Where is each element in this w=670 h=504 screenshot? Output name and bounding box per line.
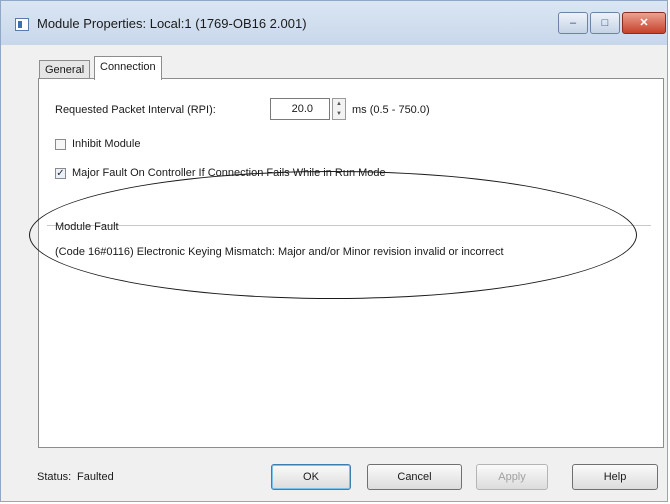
help-button[interactable]: Help xyxy=(572,464,658,490)
ok-button[interactable]: OK xyxy=(271,464,351,490)
rpi-spinner[interactable]: ▲ ▼ xyxy=(332,98,346,120)
status-label: Status: xyxy=(37,471,72,483)
apply-button[interactable]: Apply xyxy=(476,464,548,490)
module-properties-icon xyxy=(15,18,29,31)
module-properties-dialog: Module Properties: Local:1 (1769-OB16 2.… xyxy=(0,0,668,502)
major-fault-row[interactable]: ✓ Major Fault On Controller If Connectio… xyxy=(55,167,386,179)
major-fault-label: Major Fault On Controller If Connection … xyxy=(72,167,386,179)
title-bar[interactable]: Module Properties: Local:1 (1769-OB16 2.… xyxy=(1,1,667,45)
inhibit-module-row[interactable]: Inhibit Module xyxy=(55,138,141,150)
cancel-button[interactable]: Cancel xyxy=(367,464,462,490)
module-fault-text: (Code 16#0116) Electronic Keying Mismatc… xyxy=(55,246,504,258)
module-fault-label: Module Fault xyxy=(55,221,119,233)
rpi-label: Requested Packet Interval (RPI): xyxy=(55,104,216,116)
rpi-units: ms (0.5 - 750.0) xyxy=(352,104,430,116)
spin-up-icon[interactable]: ▲ xyxy=(333,99,345,109)
window-title: Module Properties: Local:1 (1769-OB16 2.… xyxy=(37,16,307,31)
spin-down-icon[interactable]: ▼ xyxy=(333,109,345,119)
close-button[interactable]: ✕ xyxy=(622,12,666,34)
minimize-button[interactable]: – xyxy=(558,12,588,34)
maximize-button[interactable]: □ xyxy=(590,12,620,34)
tab-connection[interactable]: Connection xyxy=(94,56,162,80)
inhibit-module-label: Inhibit Module xyxy=(72,138,141,150)
rpi-input[interactable]: 20.0 xyxy=(270,98,330,120)
tab-general[interactable]: General xyxy=(39,60,91,79)
status-value: Faulted xyxy=(77,471,114,483)
major-fault-checkbox[interactable]: ✓ xyxy=(55,167,66,179)
inhibit-module-checkbox[interactable] xyxy=(55,138,66,150)
